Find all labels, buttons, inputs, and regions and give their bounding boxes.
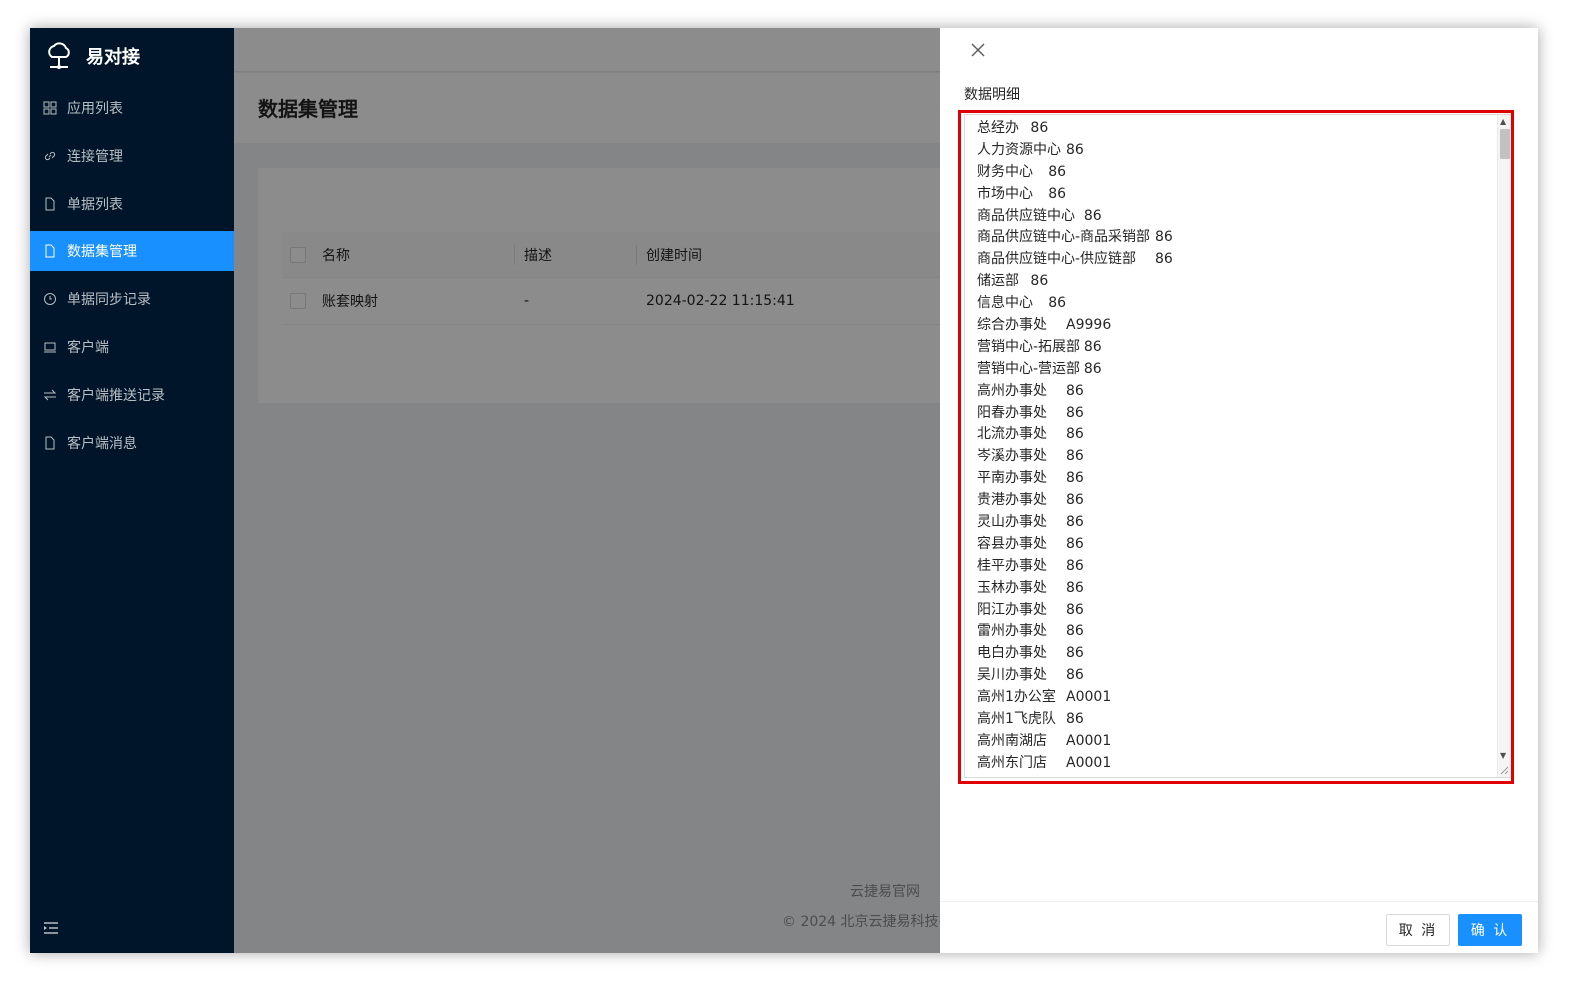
data-detail-label: 数据明细 (964, 87, 1020, 103)
app-name: 易对接 (86, 47, 140, 68)
cloud-logo-icon (48, 42, 70, 69)
close-icon[interactable] (968, 40, 988, 60)
sidebar-item-label: 客户端消息 (67, 435, 137, 452)
link-icon (44, 151, 56, 160)
file-icon (45, 197, 55, 211)
sidebar-item-client-messages[interactable]: 客户端消息 (30, 423, 234, 463)
sidebar: 易对接 应用列表 连接管理 单据列表 数据集管理 单据同步记录 客户端 客户端推… (30, 28, 234, 953)
sidebar-item-label: 数据集管理 (67, 244, 137, 261)
app-window: 易对接 应用列表 连接管理 单据列表 数据集管理 单据同步记录 客户端 客户端推… (30, 28, 1538, 953)
sidebar-item-sync-records[interactable]: 单据同步记录 (30, 279, 234, 319)
sidebar-item-label: 应用列表 (67, 101, 123, 117)
cancel-button[interactable]: 取 消 (1386, 914, 1450, 946)
drawer-footer: 取 消 确 认 (940, 901, 1538, 953)
sidebar-item-label: 单据同步记录 (67, 292, 151, 309)
sidebar-item-datasets[interactable]: 数据集管理 (30, 231, 234, 272)
sidebar-item-client[interactable]: 客户端 (30, 327, 234, 367)
menu-fold-icon[interactable] (43, 921, 59, 935)
sidebar-menu: 应用列表 连接管理 单据列表 数据集管理 单据同步记录 客户端 客户端推送记录 … (30, 88, 234, 470)
clock-icon (44, 293, 56, 306)
sidebar-item-connections[interactable]: 连接管理 (30, 136, 234, 176)
sidebar-item-label: 连接管理 (67, 148, 123, 165)
sidebar-item-label: 客户端 (67, 339, 109, 356)
sidebar-item-label: 单据列表 (67, 196, 123, 213)
data-detail-drawer: 数据明细 总经办 86 人力资源中心 86 财务中心 86 市场中心 86 商品供应链中… (940, 28, 1538, 953)
sidebar-item-app-list[interactable]: 应用列表 (30, 88, 234, 128)
highlight-box (958, 110, 1514, 784)
sidebar-item-client-push[interactable]: 客户端推送记录 (30, 375, 234, 415)
sidebar-item-documents[interactable]: 单据列表 (30, 184, 234, 224)
grid-icon (43, 101, 57, 115)
sidebar-item-label: 客户端推送记录 (67, 387, 165, 404)
logo[interactable]: 易对接 (30, 28, 234, 84)
laptop-icon (44, 342, 56, 353)
swap-icon (43, 389, 57, 401)
confirm-button[interactable]: 确 认 (1458, 914, 1522, 946)
file-icon (45, 244, 55, 258)
file-icon (45, 436, 55, 450)
